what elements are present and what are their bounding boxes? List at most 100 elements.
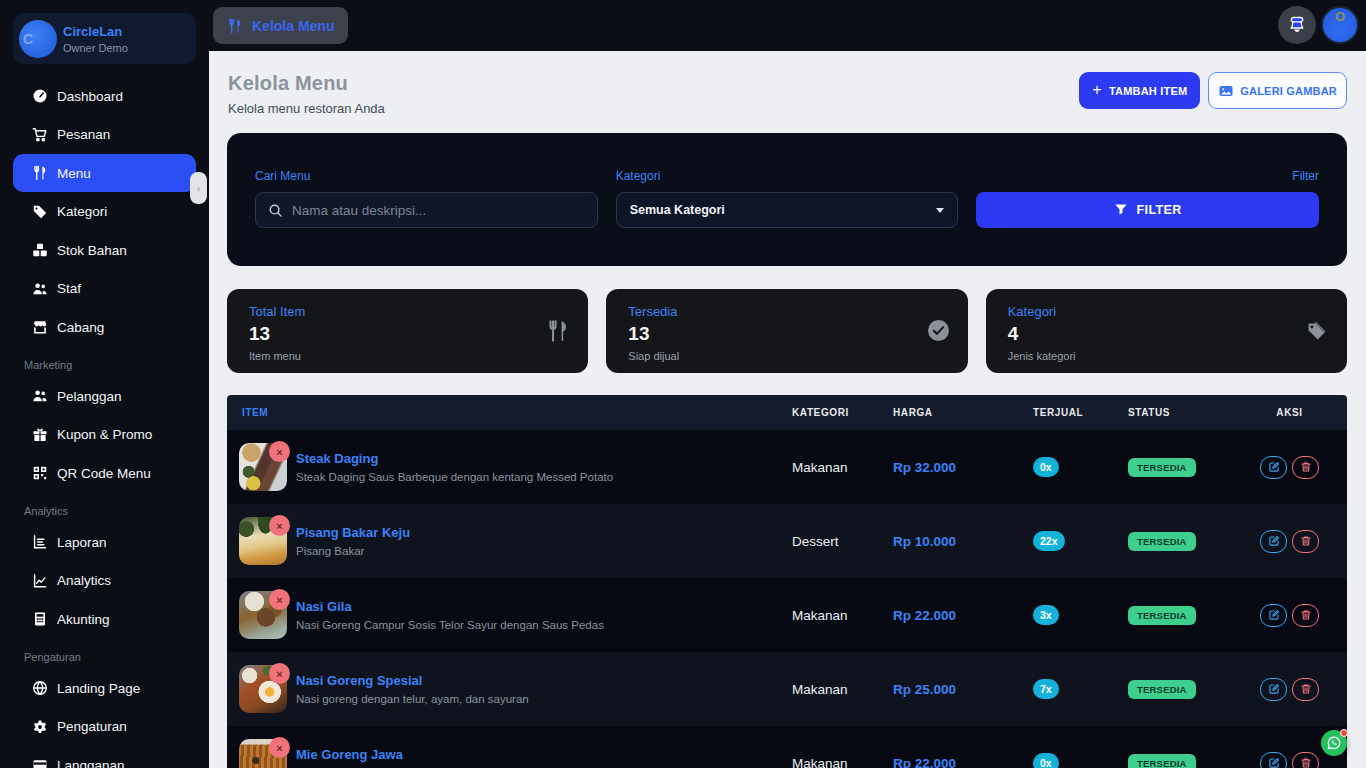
steak-daging-photo: ×: [239, 443, 287, 491]
search-input[interactable]: Nama atau deskripsi...: [255, 192, 598, 228]
whatsapp-icon: [1326, 735, 1342, 751]
delete-item-button[interactable]: [1292, 752, 1319, 768]
status-badge: TERSEDIA: [1128, 754, 1196, 768]
report-icon: [32, 534, 48, 550]
delete-item-button[interactable]: [1292, 604, 1319, 627]
bell-icon: [1286, 14, 1308, 36]
image-icon: [1218, 83, 1234, 99]
whatsapp-fab[interactable]: [1321, 730, 1347, 756]
sidebar-item-pesanan[interactable]: Pesanan: [13, 116, 196, 154]
category-select[interactable]: Semua Kategori: [616, 192, 959, 228]
table-row: × Pisang Bakar Keju Pisang Bakar Dessert…: [227, 504, 1347, 578]
utensils-icon: [546, 319, 570, 343]
utensils-icon: [32, 165, 48, 181]
users-icon: [32, 281, 48, 297]
sidebar-item-label: Akunting: [57, 612, 110, 627]
sidebar-item-kupon-promo[interactable]: Kupon & Promo: [13, 416, 196, 454]
card-icon: [32, 757, 48, 768]
store-icon: [32, 319, 48, 335]
stat-label: Total Item: [249, 304, 566, 319]
sidebar-item-label: Menu: [57, 166, 91, 181]
sidebar-item-label: QR Code Menu: [57, 466, 151, 481]
delete-item-button[interactable]: [1292, 530, 1319, 553]
gallery-button[interactable]: GALERI GAMBAR: [1208, 72, 1347, 109]
remove-image-button[interactable]: ×: [269, 737, 290, 758]
brand-card[interactable]: C CircleLan Owner Demo: [13, 13, 196, 64]
sidebar-item-langganan[interactable]: Langganan: [13, 746, 196, 768]
stat-card-tersedia: Tersedia 13 Siap dijual: [606, 289, 967, 373]
remove-image-button[interactable]: ×: [269, 663, 290, 684]
notifications-button[interactable]: [1278, 6, 1316, 44]
delete-item-button[interactable]: [1292, 456, 1319, 479]
edit-item-button[interactable]: [1260, 752, 1287, 768]
stat-value: 13: [628, 323, 945, 345]
edit-item-button[interactable]: [1260, 456, 1287, 479]
utensils-icon: [227, 18, 243, 34]
sidebar-collapse-button[interactable]: ‹: [190, 172, 207, 204]
sidebar-item-label: Laporan: [57, 535, 107, 550]
sidebar-item-pengaturan[interactable]: Pengaturan: [13, 708, 196, 746]
table-row: × Nasi Gila Nasi Goreng Campur Sosis Tel…: [227, 578, 1347, 652]
stat-caption: Item menu: [249, 350, 566, 362]
item-price: Rp 22.000: [893, 756, 956, 768]
sidebar-item-analytics[interactable]: Analytics: [13, 562, 196, 600]
brand-name: CircleLan: [63, 24, 128, 39]
chart-icon: [32, 573, 48, 589]
main-content: Kelola Menu Kelola menu restoran Anda +T…: [209, 51, 1366, 768]
sidebar-item-menu[interactable]: Menu: [13, 154, 196, 192]
sidebar-item-dashboard[interactable]: Dashboard: [13, 77, 196, 115]
sidebar-item-label: Cabang: [57, 320, 104, 335]
edit-item-button[interactable]: [1260, 678, 1287, 701]
sidebar-item-pelanggan[interactable]: Pelanggan: [13, 377, 196, 415]
gear-icon: [32, 719, 48, 735]
sidebar-item-qr-code-menu[interactable]: QR Code Menu: [13, 454, 196, 492]
sidebar-item-staf[interactable]: Staf: [13, 270, 196, 308]
add-item-button[interactable]: +TAMBAH ITEM: [1079, 72, 1200, 109]
sidebar-item-label: Langganan: [57, 758, 125, 768]
sold-badge: 3x: [1033, 605, 1059, 625]
sidebar: C CircleLan Owner Demo DashboardPesanan M…: [0, 0, 209, 768]
topbar-title-pill: Kelola Menu: [213, 7, 348, 44]
sidebar-item-cabang[interactable]: Cabang: [13, 308, 196, 346]
category-value: Semua Kategori: [630, 203, 725, 217]
filter-button[interactable]: FILTER: [976, 192, 1319, 228]
sidebar-item-label: Kategori: [57, 204, 107, 219]
nav-section-label: Pengaturan: [24, 651, 196, 663]
col-terjual: TERJUAL: [1033, 407, 1128, 418]
sidebar-item-stok-bahan[interactable]: Stok Bahan: [13, 231, 196, 269]
sold-badge: 7x: [1033, 679, 1059, 699]
sidebar-item-akunting[interactable]: Akunting: [13, 600, 196, 638]
topbar: Kelola Menu O: [209, 0, 1366, 51]
filter-label: Filter: [976, 169, 1319, 183]
sold-badge: 0x: [1033, 753, 1059, 768]
delete-item-button[interactable]: [1292, 678, 1319, 701]
sidebar-item-kategori[interactable]: Kategori: [13, 193, 196, 231]
sidebar-nav: DashboardPesanan Menu Kategori Stok BahanSt…: [13, 77, 196, 768]
status-badge: TERSEDIA: [1128, 458, 1196, 477]
filter-card: Cari Menu Nama atau deskripsi... Kategor…: [227, 133, 1347, 266]
sold-badge: 0x: [1033, 457, 1059, 477]
edit-item-button[interactable]: [1260, 530, 1287, 553]
item-category: Makanan: [792, 682, 893, 697]
remove-image-button[interactable]: ×: [269, 515, 290, 536]
sidebar-item-laporan[interactable]: Laporan: [13, 523, 196, 561]
item-name: Pisang Bakar Keju: [296, 525, 410, 540]
sidebar-item-label: Landing Page: [57, 681, 140, 696]
remove-image-button[interactable]: ×: [269, 441, 290, 462]
edit-item-button[interactable]: [1260, 604, 1287, 627]
col-status: STATUS: [1128, 407, 1232, 418]
item-category: Dessert: [792, 534, 893, 549]
user-avatar[interactable]: O: [1321, 6, 1359, 44]
remove-image-button[interactable]: ×: [269, 589, 290, 610]
search-label: Cari Menu: [255, 169, 598, 183]
sold-badge: 22x: [1033, 531, 1065, 551]
item-description: Nasi goreng dengan telur, ayam, dan sayu…: [296, 693, 529, 705]
item-category: Makanan: [792, 460, 893, 475]
sidebar-item-label: Pelanggan: [57, 389, 122, 404]
nav-section-label: Marketing: [24, 359, 196, 371]
sidebar-item-landing-page[interactable]: Landing Page: [13, 669, 196, 707]
brand-role: Owner Demo: [63, 42, 128, 54]
sidebar-item-label: Analytics: [57, 573, 111, 588]
tags-icon: [1304, 319, 1329, 344]
item-name: Steak Daging: [296, 451, 613, 466]
